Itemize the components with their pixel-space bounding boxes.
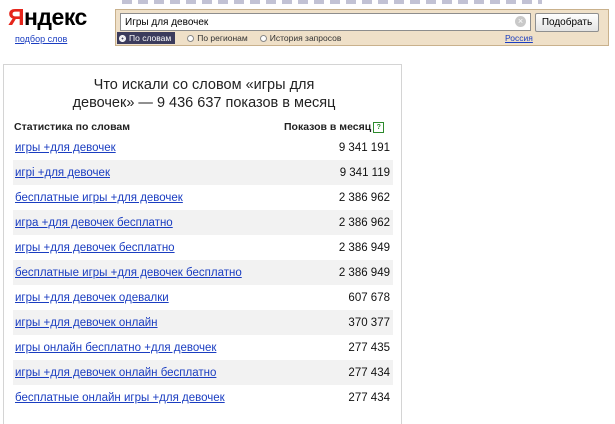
radio-dot-icon bbox=[119, 34, 126, 42]
column-header-words: Статистика по словам bbox=[14, 121, 130, 133]
radio-label: По регионам bbox=[197, 33, 248, 43]
impressions-count: 370 377 bbox=[348, 316, 390, 329]
logo-rest: ндекс bbox=[24, 4, 87, 30]
table-row: игрi +для девочек 9 341 119 bbox=[13, 160, 393, 185]
table-row: игры +для девочек одевалки 607 678 bbox=[13, 285, 393, 310]
impressions-count: 607 678 bbox=[348, 291, 390, 304]
radio-by-words[interactable]: По словам bbox=[117, 32, 176, 44]
logo-first-letter: Я bbox=[8, 4, 25, 30]
radio-query-history[interactable]: История запросов bbox=[259, 32, 342, 44]
search-input[interactable] bbox=[121, 14, 511, 30]
query-link[interactable]: игры +для девочек одевалки bbox=[15, 292, 169, 304]
service-link[interactable]: подбор слов bbox=[15, 34, 67, 44]
table-row: игры +для девочек 9 341 191 bbox=[13, 135, 393, 160]
results-panel: Что искали со словом «игры для девочек» … bbox=[3, 64, 402, 424]
impressions-count: 2 386 962 bbox=[338, 216, 390, 229]
radio-dot-icon bbox=[259, 34, 267, 42]
help-icon[interactable]: ? bbox=[373, 121, 385, 133]
impressions-count: 277 435 bbox=[348, 341, 390, 354]
table-row: игры онлайн бесплатно +для девочек 277 43… bbox=[13, 335, 393, 360]
region-link[interactable]: Россия bbox=[505, 33, 533, 43]
table-row: игра +для девочек бесплатно 2 386 962 bbox=[13, 210, 393, 235]
table-row: игры +для девочек бесплатно 2 386 949 bbox=[13, 235, 393, 260]
table-row: бесплатные игры +для девочек бесплатно 2 … bbox=[13, 260, 393, 285]
impressions-count: 2 386 949 bbox=[338, 266, 390, 279]
query-link[interactable]: бесплатные игры +для девочек bbox=[15, 192, 183, 204]
yandex-logo[interactable]: Яндекс bbox=[8, 4, 87, 30]
results-list: игры +для девочек 9 341 191 игрi +для дево… bbox=[13, 135, 393, 410]
column-header-label: Показов в месяц bbox=[284, 121, 372, 133]
query-link[interactable]: игры +для девочек bbox=[15, 142, 116, 154]
impressions-count: 9 341 191 bbox=[338, 141, 390, 154]
query-link[interactable]: бесплатные игры +для девочек бесплатно bbox=[15, 267, 242, 279]
query-link[interactable]: игра +для девочек бесплатно bbox=[15, 217, 173, 229]
title-line-2: девочек» — 9 436 637 показов в месяц bbox=[72, 95, 336, 111]
impressions-count: 277 434 bbox=[348, 391, 390, 404]
search-button[interactable]: Подобрать bbox=[535, 13, 599, 32]
table-row: бесплатные онлайн игры +для девочек 277 4… bbox=[13, 385, 393, 410]
radio-label: По словам bbox=[129, 33, 172, 43]
query-link[interactable]: бесплатные онлайн игры +для девочек bbox=[15, 392, 225, 404]
radio-label: История запросов bbox=[269, 33, 342, 43]
impressions-count: 9 341 119 bbox=[339, 166, 390, 179]
impressions-count: 2 386 949 bbox=[338, 241, 390, 254]
query-link[interactable]: игры +для девочек онлайн бесплатно bbox=[15, 367, 216, 379]
title-line-1: Что искали со словом «игры для bbox=[93, 77, 315, 93]
page-title: Что искали со словом «игры для девочек» … bbox=[34, 76, 374, 112]
query-link[interactable]: игры +для девочек онлайн bbox=[15, 317, 158, 329]
column-header-impressions: Показов в месяц? bbox=[284, 121, 385, 133]
radio-by-regions[interactable]: По регионам bbox=[187, 32, 248, 44]
radio-dot-icon bbox=[187, 34, 195, 42]
query-link[interactable]: игры +для девочек бесплатно bbox=[15, 242, 175, 254]
search-box: × bbox=[120, 13, 531, 31]
clear-icon[interactable]: × bbox=[515, 16, 526, 27]
table-row: игры +для девочек онлайн 370 377 bbox=[13, 310, 393, 335]
impressions-count: 277 434 bbox=[348, 366, 390, 379]
impressions-count: 2 386 962 bbox=[338, 191, 390, 204]
table-row: бесплатные игры +для девочек 2 386 962 bbox=[13, 185, 393, 210]
search-mode-radios: По словам По регионам История запросов bbox=[117, 32, 353, 44]
top-nav-strip bbox=[122, 0, 542, 4]
table-row: игры +для девочек онлайн бесплатно 277 43… bbox=[13, 360, 393, 385]
query-link[interactable]: игры онлайн бесплатно +для девочек bbox=[15, 342, 216, 354]
query-link[interactable]: игрi +для девочек bbox=[15, 167, 110, 179]
